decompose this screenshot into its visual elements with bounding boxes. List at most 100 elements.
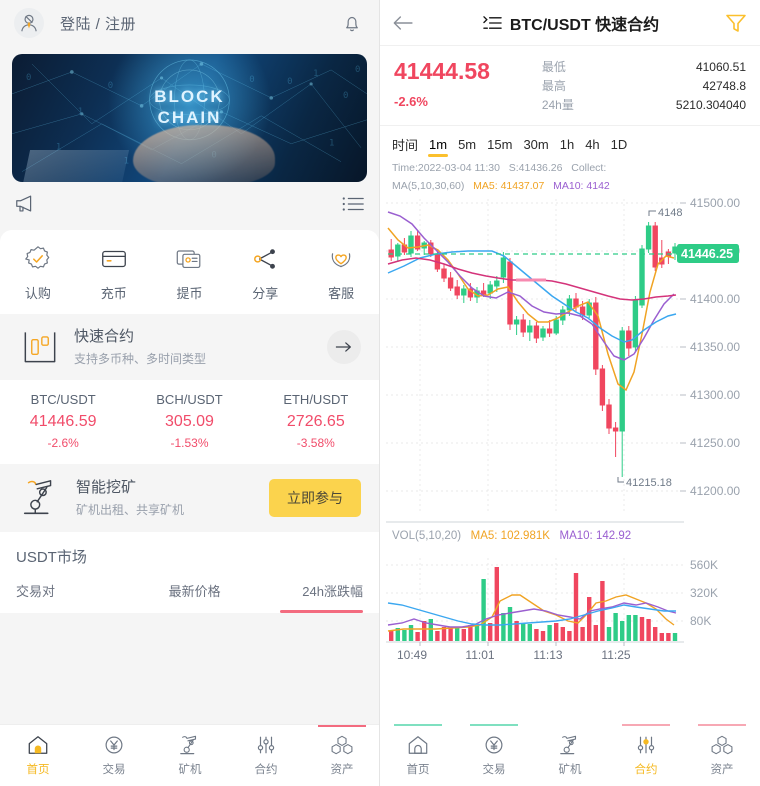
right-header-title-group: BTC/USDT 快速合约 (418, 11, 724, 35)
high-annotation: 4148 (648, 207, 682, 219)
volume-legend: VOL(5,10,20) MA5: 102.981K MA10: 142.92 (380, 526, 643, 544)
login-register-link[interactable]: 登陆 / 注册 (60, 13, 136, 34)
page-title: BTC/USDT 快速合约 (509, 16, 660, 34)
y-tick-label: 41300.00 (690, 388, 740, 402)
nav-label: 首页 (406, 763, 430, 776)
quick-action-label: 客服 (328, 286, 355, 301)
sliders-icon (637, 736, 655, 753)
legend-ma5: MA5: 41437.07 (473, 180, 545, 192)
last-price-badge-text: 41446.25 (681, 247, 733, 261)
low-annotation: 41215.18 (617, 477, 672, 489)
avatar[interactable] (14, 8, 44, 38)
tab-1m[interactable]: 1m (428, 137, 449, 157)
right-panel: BTC/USDT 快速合约 41444.58 -2.6% 最低 41060.51… (380, 0, 760, 786)
quick-contract-card[interactable]: 快速合约 支持多币种、多时间类型 (0, 314, 379, 380)
market-col-change[interactable]: 24h涨跌幅 (287, 581, 363, 600)
volume-chart-svg[interactable]: 560K 320K 80K 10:49 11:01 11:13 11:25 (380, 553, 760, 663)
volume-title: VOL(5,10,20) (392, 530, 462, 542)
x-tick-label: 10:49 (397, 648, 427, 662)
badge-check-icon (25, 246, 50, 269)
ticker-item[interactable]: BTC/USDT 41446.59 -2.6% (0, 392, 126, 450)
cubes-icon (331, 735, 353, 755)
quick-actions: 认购 充币 提币 分享 客服 (0, 230, 379, 314)
market-section: USDT市场 交易对 最新价格 24h涨跌幅 (0, 532, 379, 613)
funnel-icon[interactable] (724, 12, 748, 34)
left-panel: 登陆 / 注册 0 1 0 0 0 1 0 1 1 0 BLOCK CHAIN … (0, 0, 380, 786)
stat-label: 最低 (541, 60, 566, 74)
nav-label: 合约 (254, 764, 278, 776)
tab-4h[interactable]: 4h (585, 137, 599, 152)
quick-action-support[interactable]: 客服 (303, 244, 379, 302)
arrow-left-icon[interactable] (392, 13, 418, 33)
right-header: BTC/USDT 快速合约 (380, 0, 760, 46)
svg-text:1: 1 (313, 69, 318, 79)
x-tick-label: 11:01 (465, 648, 494, 662)
nav-item-home[interactable]: 首页 (380, 724, 456, 786)
nav-item-contract[interactable]: 合约 (608, 724, 684, 786)
nav-label: 资产 (710, 763, 734, 776)
ticker-change: -2.6% (47, 436, 79, 450)
candlestick-svg: 41500.00 41450.00 41400.00 41350.00 4130… (386, 196, 740, 523)
price-chart[interactable]: 41500.00 41450.00 41400.00 41350.00 4130… (380, 194, 760, 542)
join-now-button[interactable]: 立即参与 (269, 479, 361, 517)
stat-row: 最低 41060.51 (542, 58, 746, 77)
nav-item-assets[interactable]: 资产 (684, 724, 760, 786)
market-col-price[interactable]: 最新价格 (169, 581, 287, 600)
quick-action-share[interactable]: 分享 (227, 244, 303, 302)
nav-label: 首页 (26, 764, 50, 776)
left-bottom-nav: 首页 交易 矿机 合约 资产 (0, 724, 379, 786)
last-price-badge: 41446.25 (677, 244, 739, 263)
nav-item-miner[interactable]: 矿机 (152, 725, 228, 786)
banner-glass-shape (22, 149, 130, 182)
share-icon (254, 249, 276, 269)
quick-contract-arrow-button[interactable] (327, 330, 361, 364)
market-table-header: 交易对 最新价格 24h涨跌幅 (16, 581, 363, 600)
quick-action-subscribe[interactable]: 认购 (0, 244, 76, 302)
list-icon[interactable] (341, 194, 365, 214)
svg-text:0: 0 (26, 73, 31, 83)
stat-label: 最高 (541, 79, 566, 93)
mining-text: 智能挖矿 矿机出租、共享矿机 (76, 478, 257, 517)
tab-30m[interactable]: 30m (523, 137, 548, 152)
tab-5m[interactable]: 5m (458, 137, 476, 152)
right-bottom-nav: 首页 交易 矿机 合约 资产 (380, 724, 760, 786)
promo-banner[interactable]: 010 100 101 010 BLOCK CHAIN (12, 54, 367, 182)
stat-row: 最高 42748.8 (542, 77, 746, 96)
nav-item-miner[interactable]: 矿机 (532, 724, 608, 786)
ticker-price: 305.09 (165, 413, 214, 430)
stat-value: 42748.8 (702, 79, 746, 93)
sliders-icon (257, 736, 275, 754)
ticker-item[interactable]: BCH/USDT 305.09 -1.53% (126, 392, 252, 450)
nav-label: 资产 (330, 764, 354, 776)
bell-icon (346, 16, 358, 32)
quick-action-withdraw[interactable]: 提币 (152, 244, 228, 302)
chart-legend-line1: Time:2022-03-04 11:30 S:41436.26 Collect… (380, 158, 760, 176)
mining-card[interactable]: 智能挖矿 矿机出租、共享矿机 立即参与 (0, 464, 379, 532)
nav-item-trade[interactable]: 交易 (456, 724, 532, 786)
banner-line1: BLOCK (154, 87, 225, 106)
tab-15m[interactable]: 15m (487, 137, 512, 152)
list-ordered-icon[interactable] (483, 15, 502, 31)
nav-item-assets[interactable]: 资产 (304, 725, 379, 786)
nav-item-contract[interactable]: 合约 (228, 725, 304, 786)
last-price: 41444.58 (394, 58, 490, 84)
nav-item-trade[interactable]: 交易 (76, 725, 152, 786)
id-card-icon (177, 250, 201, 269)
notification-button[interactable] (339, 10, 365, 36)
megaphone-icon[interactable] (14, 193, 38, 215)
home-icon (408, 735, 428, 754)
ticker-item[interactable]: ETH/USDT 2726.65 -3.58% (253, 392, 379, 450)
volume-ma10: MA10: 142.92 (559, 530, 632, 542)
tab-1h[interactable]: 1h (560, 137, 574, 152)
tab-1D[interactable]: 1D (611, 137, 628, 152)
stat-label: 24h量 (541, 98, 574, 112)
quick-action-deposit[interactable]: 充币 (76, 244, 152, 302)
vol-tick-label: 560K (690, 558, 718, 572)
market-col-pair[interactable]: 交易对 (16, 581, 169, 600)
nav-item-home[interactable]: 首页 (0, 725, 76, 786)
nav-label: 矿机 (558, 763, 582, 776)
nav-label: 合约 (634, 763, 658, 776)
notice-bar (0, 182, 379, 226)
nav-topline (469, 724, 519, 726)
nav-label: 交易 (102, 764, 126, 776)
